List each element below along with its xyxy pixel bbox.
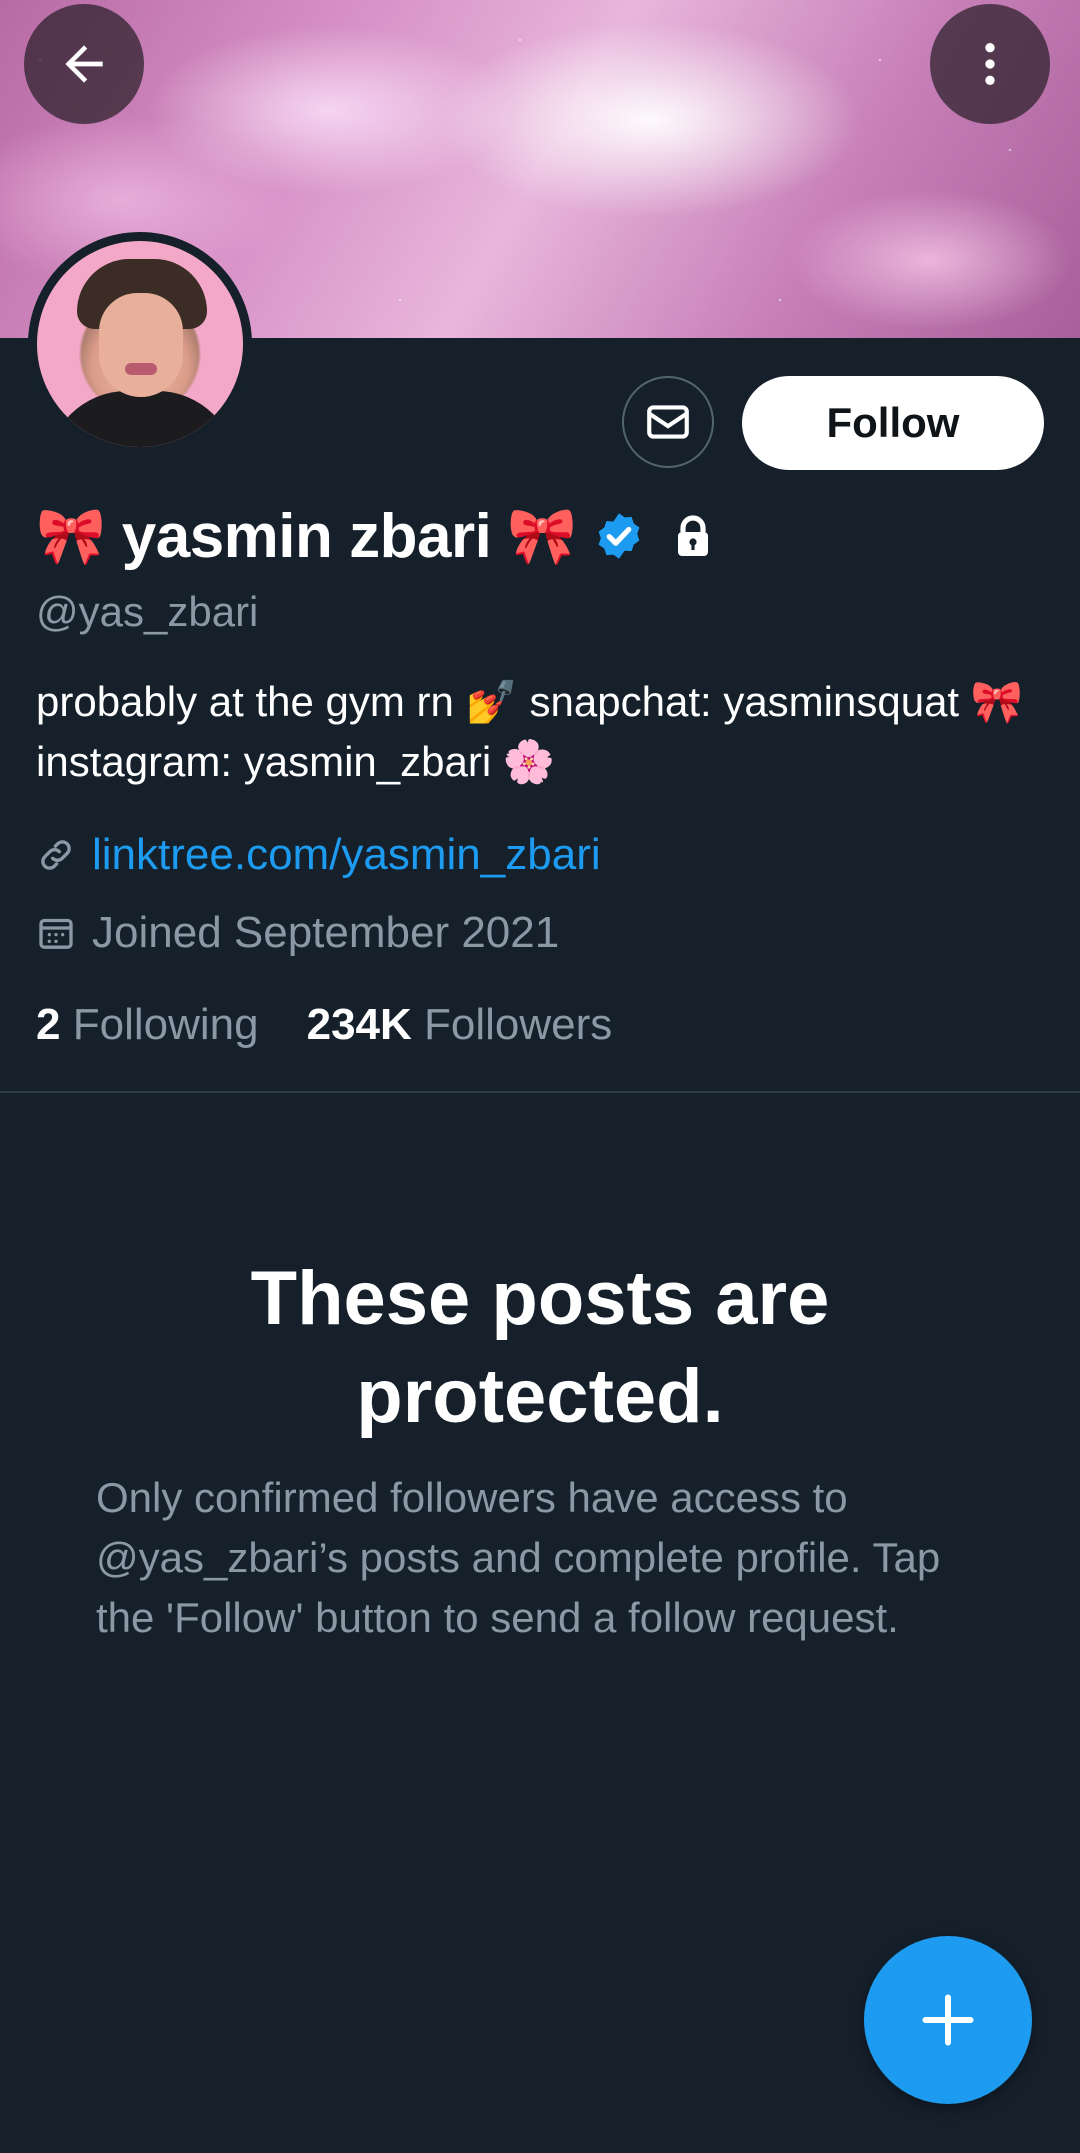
back-button[interactable] xyxy=(24,4,144,124)
bow-emoji-left: 🎀 xyxy=(36,504,106,567)
joined-date-row: Joined September 2021 xyxy=(36,908,559,958)
protected-posts-title: These posts are protected. xyxy=(250,1256,830,1439)
username-handle: @yas_zbari xyxy=(36,588,259,635)
arrow-left-icon xyxy=(65,45,103,83)
avatar-photo xyxy=(37,241,243,447)
bow-emoji-right: 🎀 xyxy=(507,504,578,567)
link-icon xyxy=(41,840,71,870)
follow-button[interactable]: Follow xyxy=(742,376,1044,470)
mail-icon xyxy=(647,405,689,439)
joined-date: Joined September 2021 xyxy=(92,908,560,957)
profile-link-row[interactable]: linktree.com/yasmin_zbari xyxy=(36,830,601,880)
protected-posts-description: Only confirmed followers have access to … xyxy=(96,1474,941,1641)
display-name-row: 🎀 yasmin zbari 🎀 xyxy=(36,498,717,574)
profile-bio: probably at the gym rn 💅 snapchat: yasmi… xyxy=(36,678,1024,785)
follow-stats: 2 Following 234K Followers xyxy=(36,1000,612,1050)
verified-badge-icon[interactable] xyxy=(593,510,645,562)
more-options-button[interactable] xyxy=(930,4,1050,124)
avatar[interactable] xyxy=(28,232,252,456)
compose-post-button[interactable] xyxy=(864,1936,1032,2104)
profile-link[interactable]: linktree.com/yasmin_zbari xyxy=(92,830,601,880)
message-button[interactable] xyxy=(622,376,714,468)
lock-icon xyxy=(678,515,709,556)
section-divider xyxy=(0,1091,1080,1093)
more-vertical-icon xyxy=(985,43,995,85)
followers-stat[interactable]: 234K Followers xyxy=(307,1000,613,1050)
display-name: yasmin zbari xyxy=(121,501,492,571)
following-stat[interactable]: 2 Following xyxy=(36,1000,259,1050)
plus-icon xyxy=(922,1994,974,2046)
calendar-icon xyxy=(39,918,73,949)
